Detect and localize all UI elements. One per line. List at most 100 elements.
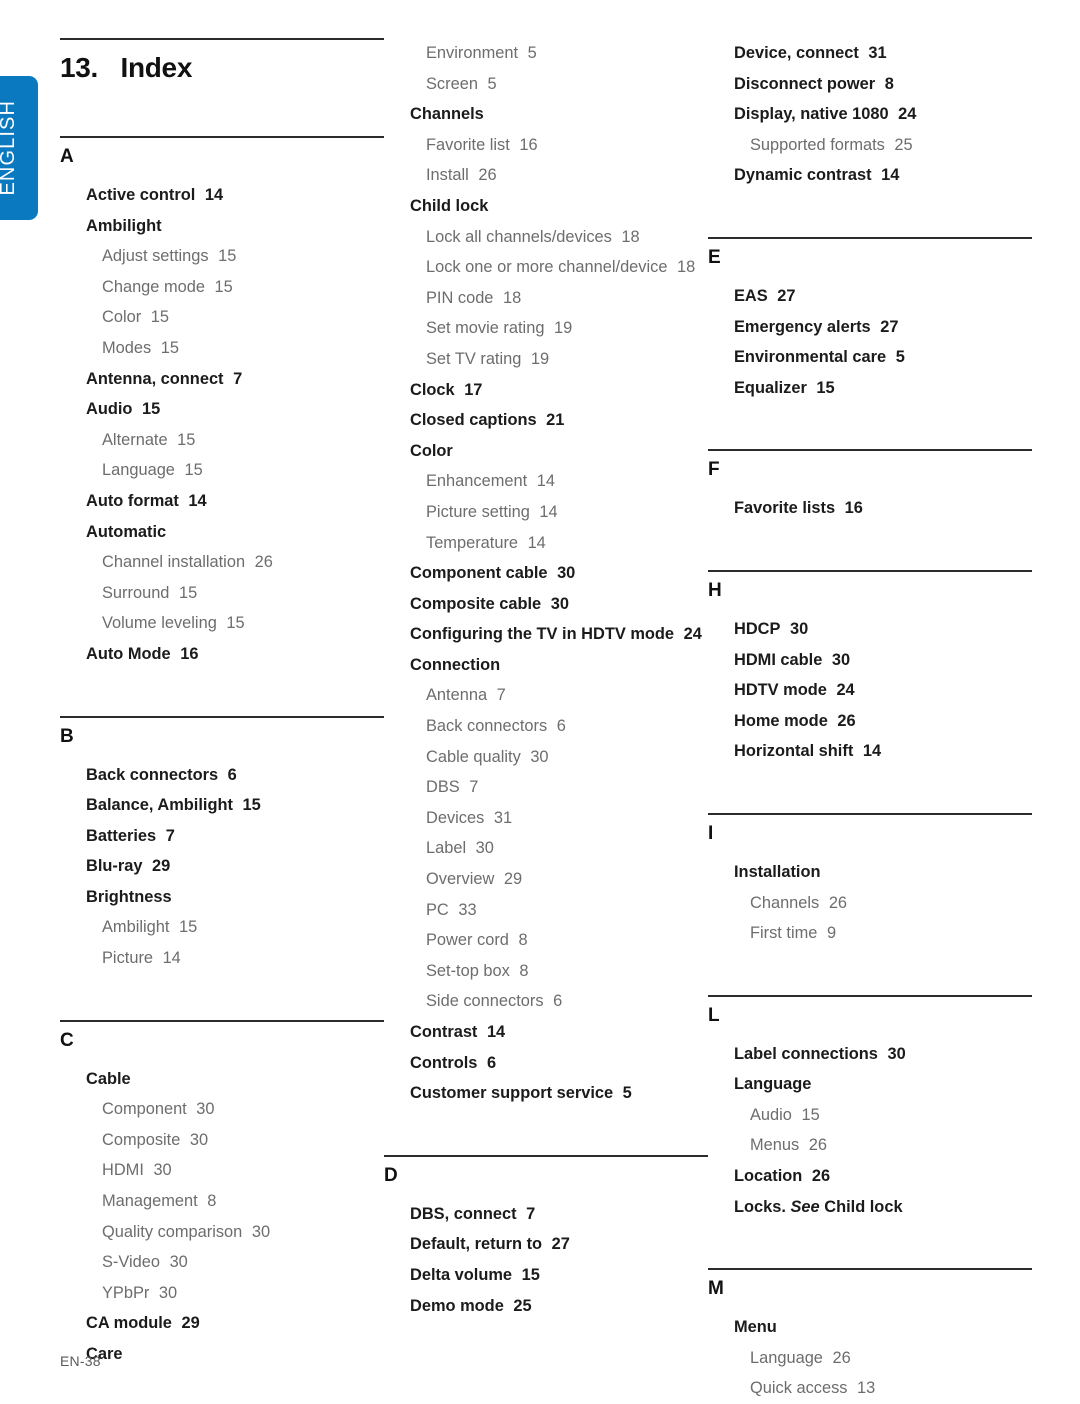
index-entry: Audio 15: [60, 394, 384, 425]
index-entry-page-number: 15: [517, 1265, 540, 1284]
index-entry: Language 15: [60, 455, 384, 486]
index-entry-page-number: 6: [482, 1053, 497, 1072]
index-entry-label: Cable quality: [426, 747, 521, 766]
index-letter-section: L Label connections 30 Language Audio 15 Men…: [708, 994, 1032, 1223]
index-entry-page-number: 33: [453, 900, 477, 919]
index-entry-page-number: 30: [165, 1253, 188, 1272]
index-entry: Management 8: [60, 1186, 384, 1217]
index-entry-label: Auto Mode: [86, 644, 171, 663]
index-entry-label: Demo mode: [410, 1296, 504, 1315]
index-entry-label: PC: [426, 900, 449, 919]
index-entry-label: Menu: [734, 1318, 777, 1337]
index-entry-page-number: 30: [471, 839, 494, 858]
index-entry-page-number: 15: [179, 461, 203, 480]
index-entry-page-number: 8: [202, 1192, 217, 1211]
index-entry: Component cable 30: [384, 558, 708, 589]
index-entry-page-number: 7: [464, 778, 479, 797]
index-entry: Customer support service 5: [384, 1078, 708, 1109]
index-entry-label: Modes: [102, 338, 152, 357]
index-entry-page-number: 27: [875, 317, 899, 336]
index-entry-label: Auto format: [86, 491, 179, 510]
index-entry: Active control 14: [60, 180, 384, 211]
index-entry: Clock 17: [384, 375, 708, 406]
index-entry: Channels 26: [708, 888, 1032, 919]
index-entry-label: Enhancement: [426, 472, 528, 491]
index-entry: Brightness: [60, 882, 384, 913]
index-column-2: Environment 5 Screen 5 Channels Favorite li…: [384, 38, 708, 1404]
index-entry-label: Set movie rating: [426, 319, 545, 338]
index-entry-page-number: 29: [499, 870, 523, 889]
letter-section-rule: [60, 136, 384, 138]
index-entry-label: Child lock: [410, 196, 489, 215]
index-entry-page-number: 30: [525, 747, 549, 766]
index-entry: Temperature 14: [384, 528, 708, 559]
index-entry-label: Antenna, connect: [86, 369, 224, 388]
index-entry-label: Change mode: [102, 277, 205, 296]
index-letter-section: M Menu Language 26 Quick access 13: [708, 1268, 1032, 1404]
index-entry-label: Set-top box: [426, 961, 510, 980]
index-entry-list: Active control 14 Ambilight Adjust setting…: [60, 180, 384, 670]
index-entry: Screen 5: [384, 69, 708, 100]
index-entry-label: Controls: [410, 1053, 478, 1072]
letter-section-rule: [60, 1019, 384, 1022]
index-entry-label: Horizontal shift: [734, 742, 854, 761]
index-entry-page-number: 14: [183, 491, 207, 510]
index-entry-label: DBS: [426, 778, 460, 797]
index-entry-label: Side connectors: [426, 992, 544, 1011]
index-entry-label: DBS, connect: [410, 1204, 517, 1223]
index-entry-page-number: 5: [618, 1084, 632, 1103]
index-entry: Care: [60, 1339, 384, 1370]
index-entry-label: Clock: [410, 380, 455, 399]
index-letter-section: B Back connectors 6 Balance, Ambilight 15 B…: [60, 715, 384, 974]
index-entry: Adjust settings 15: [60, 241, 384, 272]
index-entry: Install 26: [384, 160, 708, 191]
index-entry-page-number: 14: [482, 1023, 506, 1041]
index-entry-label: Device, connect: [734, 44, 859, 62]
index-entry-label: Ambilight: [86, 216, 162, 235]
index-entry-cross-reference-target: Child lock: [824, 1197, 903, 1216]
index-entry-page-number: 26: [804, 1136, 827, 1155]
index-entry-label: Display, native 1080: [734, 105, 889, 124]
index-entry-list: EAS 27 Emergency alerts 27 Environmental c…: [708, 281, 1032, 403]
index-entry-label: Quality comparison: [102, 1222, 243, 1241]
index-entry: Label connections 30: [708, 1039, 1032, 1070]
letter-heading: F: [708, 459, 720, 481]
index-entry: Cable quality 30: [384, 742, 708, 773]
index-entry-label: Channels: [750, 893, 820, 912]
index-entry-label: CA module: [86, 1314, 172, 1333]
index-entry: Favorite lists 16: [708, 493, 1032, 524]
index-entry: Auto Mode 16: [60, 639, 384, 670]
index-entry-label: HDTV mode: [734, 681, 827, 700]
index-entry-label: Locks.: [734, 1197, 786, 1216]
index-entry-label: Surround: [102, 583, 170, 602]
letter-heading: C: [60, 1029, 74, 1051]
index-entry: Set movie rating 19: [384, 313, 708, 344]
letter-section-rule: [708, 994, 1032, 997]
letter-section-rule: [708, 236, 1032, 239]
index-entry: S-Video 30: [60, 1247, 384, 1278]
index-letter-section: F Favorite lists 16: [708, 449, 1032, 524]
index-entry: Controls 6: [384, 1048, 708, 1079]
index-entry-page-number: 15: [221, 614, 245, 633]
index-entry-label: Antenna: [426, 686, 488, 705]
index-entry: Ambilight 15: [60, 912, 384, 943]
index-entry: Connection: [384, 650, 708, 681]
index-entry: Cable: [60, 1064, 384, 1095]
index-entry-page-number: 29: [176, 1314, 200, 1333]
letter-heading: E: [708, 246, 721, 268]
index-entry-label: Audio: [86, 400, 133, 419]
index-entry: Composite cable 30: [384, 589, 708, 620]
index-entry-list: Installation Channels 26 First time 9: [708, 857, 1032, 949]
index-entry-label: Configuring the TV in HDTV mode: [410, 625, 675, 644]
index-entry-page-number: 15: [174, 918, 198, 937]
index-entry-page-number: 26: [473, 166, 497, 185]
index-entry-label: Composite cable: [410, 594, 542, 613]
index-entry: PC 33: [384, 895, 708, 926]
index-entry: Environment 5: [384, 38, 708, 69]
index-entry: Picture setting 14: [384, 497, 708, 528]
index-entry-page-number: 26: [807, 1167, 831, 1186]
index-entry: Overview 29: [384, 864, 708, 895]
